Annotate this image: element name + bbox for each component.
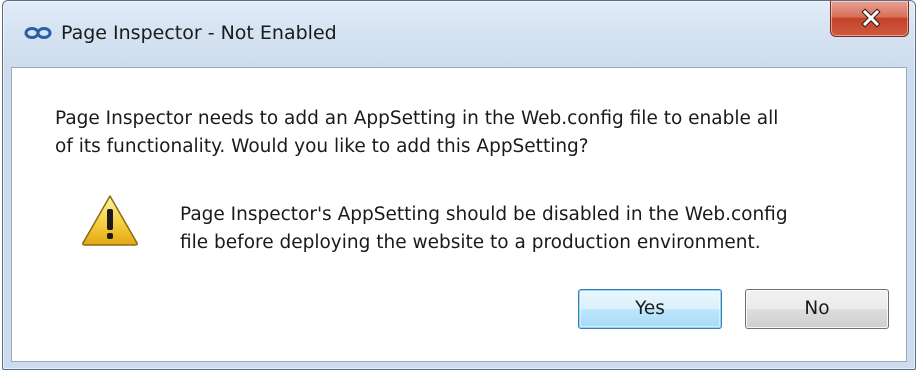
warning-message-line: Page Inspector's AppSetting should be di… (180, 204, 788, 225)
main-message-line: Page Inspector needs to add an AppSettin… (55, 108, 779, 129)
infinity-link-icon (24, 27, 52, 39)
warning-message-line: file before deploying the website to a p… (180, 232, 761, 253)
main-message-line: of its functionality. Would you like to … (55, 136, 589, 157)
yes-button[interactable]: Yes (578, 289, 722, 329)
close-button[interactable] (830, 1, 909, 37)
window-title: Page Inspector - Not Enabled (61, 22, 337, 44)
close-x-icon (861, 8, 881, 28)
title-bar[interactable]: Page Inspector - Not Enabled (3, 1, 915, 67)
main-message: Page Inspector needs to add an AppSettin… (55, 105, 885, 161)
dialog-window: Page Inspector - Not Enabled Page Inspec… (2, 0, 916, 370)
warning-message: Page Inspector's AppSetting should be di… (180, 201, 880, 257)
dialog-content: Page Inspector needs to add an AppSettin… (11, 67, 907, 362)
no-button[interactable]: No (745, 289, 889, 329)
warning-triangle-icon (82, 195, 138, 246)
